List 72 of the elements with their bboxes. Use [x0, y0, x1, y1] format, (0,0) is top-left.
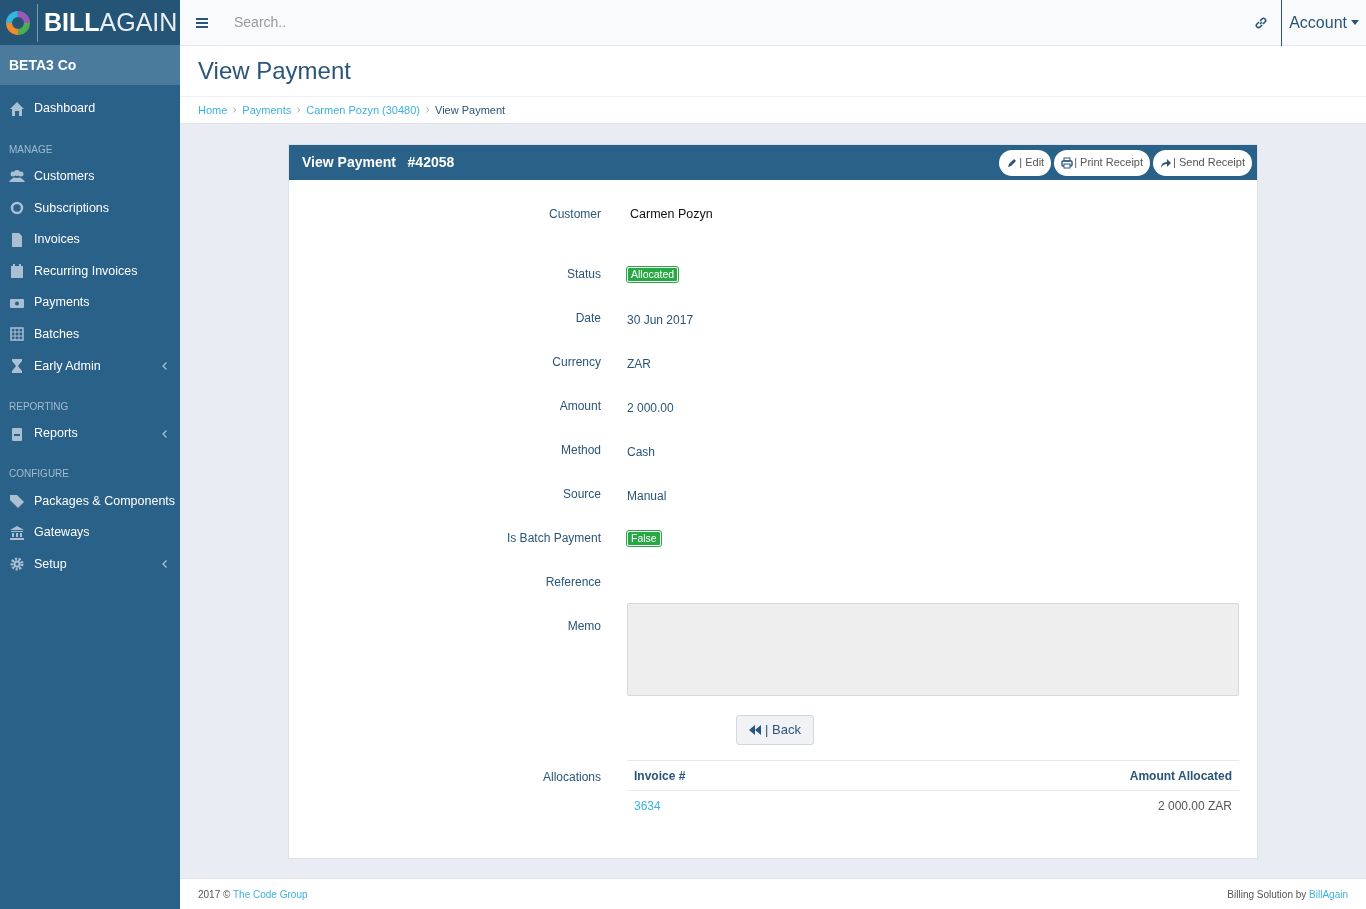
link-icon [1255, 16, 1268, 29]
field-value: Cash [627, 444, 655, 461]
share-icon [1160, 156, 1173, 169]
sidebar-item[interactable]: Recurring Invoices [0, 255, 180, 287]
field-value: Manual [627, 488, 667, 505]
memo-field[interactable] [627, 603, 1239, 696]
field-label: Status [565, 266, 601, 283]
card-title: View Payment #42058 [302, 153, 455, 172]
print-icon [1061, 156, 1074, 169]
field-value: ZAR [627, 356, 651, 373]
logo-icon [5, 9, 31, 36]
field-label: Currency [551, 354, 601, 371]
field-value: 30 Jun 2017 [627, 312, 694, 329]
action-button[interactable]: | Print Receipt [1054, 149, 1151, 176]
rewind-icon [749, 725, 761, 735]
sidebar-item[interactable]: Subscriptions [0, 192, 180, 224]
breadcrumb-current: View Payment [435, 102, 506, 118]
field-label: Customer [548, 206, 601, 223]
logo-text: BILLAGAIN [44, 10, 178, 35]
action-button[interactable]: | Send Receipt [1153, 149, 1252, 176]
file-icon [9, 231, 25, 248]
copyright-text: 2017 © The Code Group [198, 887, 308, 902]
field-label: Source [561, 486, 601, 503]
field-label: Is Batch Payment [505, 530, 601, 547]
sidebar-item[interactable]: Reports [0, 417, 180, 450]
nav-section-header: REPORTING [8, 399, 70, 414]
table-icon [9, 326, 25, 343]
field-label: Amount [558, 398, 601, 415]
field-label: Reference [544, 574, 601, 591]
sidebar-item[interactable]: Batches [0, 318, 180, 351]
search-field[interactable]: Search.. [234, 12, 534, 33]
company-name: BETA3 Co [0, 45, 180, 85]
field-label: Memo [566, 618, 601, 635]
users-icon [9, 168, 25, 185]
sidebar-item[interactable]: Early Admin [0, 350, 180, 382]
status-badge: Allocated [627, 267, 679, 282]
column-header: Invoice # [627, 760, 848, 791]
table-cell: 2 000.00 ZAR [847, 790, 1239, 822]
clipboard-icon [9, 425, 25, 442]
pencil-icon [1006, 156, 1019, 169]
sidebar-item[interactable]: Payments [0, 286, 180, 319]
sidebar-item[interactable]: Gateways [0, 516, 180, 549]
page-title: View Payment [197, 56, 352, 86]
tags-icon [9, 493, 25, 510]
status-badge: False [627, 531, 661, 546]
column-header: Amount Allocated [847, 760, 1239, 791]
credit-text: Billing Solution by BillAgain [1227, 887, 1348, 902]
account-menu[interactable]: Account [1282, 0, 1366, 45]
field-label: Method [559, 442, 601, 459]
sidebar-item[interactable]: Invoices [0, 223, 180, 256]
field-value: 2 000.00 [627, 400, 674, 417]
chevron-icon [233, 107, 237, 113]
sidebar-item[interactable]: Setup [0, 548, 180, 581]
chevron-icon [426, 107, 429, 113]
caret-icon [1351, 20, 1359, 25]
field-label: Date [574, 310, 601, 327]
calendar-icon [9, 263, 25, 280]
action-button[interactable]: | Edit [999, 149, 1052, 176]
field-value: Carmen Pozyn [630, 207, 713, 221]
bank-icon [9, 524, 25, 541]
nav-section-header: CONFIGURE [8, 467, 70, 482]
hourglass-icon [9, 357, 25, 374]
chevron-icon [297, 107, 301, 113]
sidebar-item[interactable]: Packages & Components [0, 485, 180, 517]
sidebar-item[interactable]: Customers [0, 160, 180, 193]
sidebar-item[interactable]: Dashboard [0, 93, 180, 125]
menu-icon [196, 17, 208, 28]
home-icon [9, 100, 25, 117]
nav-section-header: MANAGE [8, 142, 54, 157]
field-label: Allocations [541, 769, 601, 786]
gear-icon [9, 556, 25, 573]
back-button[interactable]: | Back [736, 715, 814, 745]
